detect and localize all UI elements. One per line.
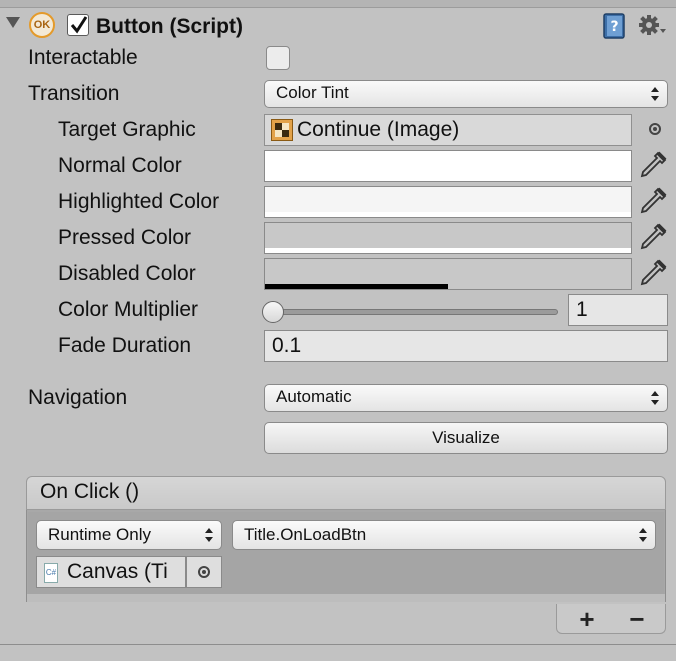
target-graphic-field[interactable]: Continue (Image)	[264, 114, 632, 146]
component-title: Button (Script)	[96, 15, 243, 38]
function-value: Title.OnLoadBtn	[244, 525, 367, 544]
dropdown-arrows-icon	[639, 528, 647, 542]
on-click-title: On Click ()	[40, 480, 140, 503]
foldout-arrow-icon[interactable]	[6, 17, 20, 28]
add-remove-footer: + −	[556, 604, 666, 634]
runtime-mode-value: Runtime Only	[48, 525, 151, 544]
dropdown-arrows-icon	[651, 87, 659, 101]
on-click-footer-strip	[27, 594, 665, 602]
remove-listener-button[interactable]: −	[617, 604, 657, 634]
interactable-checkbox[interactable]	[266, 46, 290, 70]
component-enabled-checkbox[interactable]	[67, 14, 89, 36]
color-multiplier-label: Color Multiplier	[58, 298, 199, 321]
eyedropper-icon[interactable]	[638, 222, 668, 252]
script-asset-icon: C#	[44, 563, 58, 583]
svg-text:?: ?	[610, 19, 618, 35]
disabled-color-swatch[interactable]	[264, 258, 632, 290]
target-object-value: Canvas (Ti	[67, 560, 168, 583]
target-graphic-value: Continue (Image)	[297, 118, 460, 141]
alpha-bar	[265, 176, 631, 181]
pressed-color-swatch[interactable]	[264, 222, 632, 254]
color-multiplier-slider-track[interactable]	[266, 309, 558, 315]
add-listener-button[interactable]: +	[567, 604, 607, 634]
runtime-mode-dropdown[interactable]: Runtime Only	[36, 520, 222, 550]
highlighted-color-swatch[interactable]	[264, 186, 632, 218]
eyedropper-icon[interactable]	[638, 258, 668, 288]
dropdown-arrows-icon	[651, 391, 659, 405]
highlighted-color-label: Highlighted Color	[58, 190, 220, 213]
transition-label: Transition	[28, 82, 120, 105]
target-object-field[interactable]: C# Canvas (Ti	[36, 556, 186, 588]
dropdown-arrows-icon	[205, 528, 213, 542]
fade-duration-label: Fade Duration	[58, 334, 192, 357]
alpha-bar	[265, 212, 631, 217]
eyedropper-icon[interactable]	[638, 186, 668, 216]
book-help-icon[interactable]: ?	[602, 13, 626, 39]
navigation-dropdown[interactable]: Automatic	[264, 384, 668, 412]
visualize-button[interactable]: Visualize	[264, 422, 668, 454]
color-multiplier-slider-knob[interactable]	[262, 301, 284, 323]
normal-color-label: Normal Color	[58, 154, 182, 177]
normal-color-swatch[interactable]	[264, 150, 632, 182]
interactable-label: Interactable	[28, 46, 138, 69]
alpha-bar	[265, 248, 631, 253]
fade-duration-input[interactable]: 0.1	[264, 330, 668, 362]
target-graphic-label: Target Graphic	[58, 118, 196, 141]
top-divider	[0, 0, 676, 8]
gear-icon[interactable]	[638, 13, 668, 39]
pressed-color-label: Pressed Color	[58, 226, 192, 249]
image-asset-icon	[271, 119, 293, 141]
navigation-label: Navigation	[28, 386, 128, 409]
disabled-color-label: Disabled Color	[58, 262, 196, 285]
target-object-picker[interactable]	[186, 556, 222, 588]
ok-icon: OK	[29, 12, 55, 38]
color-multiplier-input[interactable]: 1	[568, 294, 668, 326]
navigation-value: Automatic	[276, 387, 352, 406]
eyedropper-icon[interactable]	[638, 150, 668, 180]
checkmark-icon	[70, 16, 88, 34]
alpha-bar-empty	[265, 284, 448, 289]
transition-value: Color Tint	[276, 83, 349, 102]
transition-dropdown[interactable]: Color Tint	[264, 80, 668, 108]
function-dropdown[interactable]: Title.OnLoadBtn	[232, 520, 656, 550]
object-picker-icon[interactable]	[649, 123, 661, 135]
object-picker-icon	[198, 566, 210, 578]
bottom-divider	[0, 644, 676, 661]
